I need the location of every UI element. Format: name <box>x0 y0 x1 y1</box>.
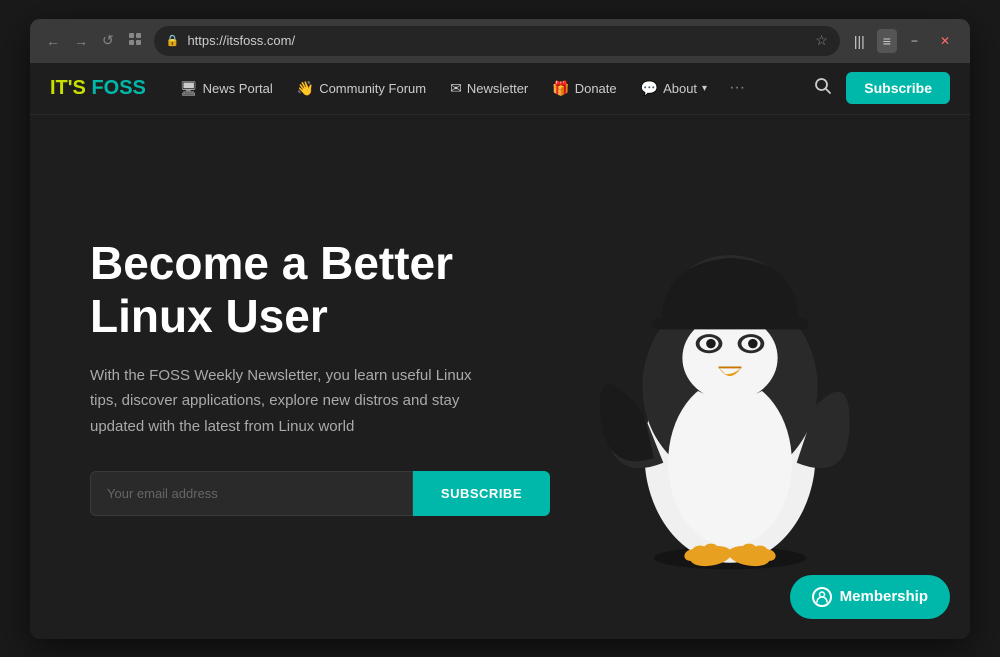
penguin-illustration <box>550 125 910 629</box>
address-bar[interactable]: 🔒 https://itsfoss.com/ ☆ <box>154 26 840 56</box>
browser-actions: ||| ≡ − ✕ <box>848 29 958 53</box>
reading-mode-button[interactable]: ||| <box>848 29 871 53</box>
logo-foss: FOSS <box>91 77 145 99</box>
hero-section: Become a Better Linux User With the FOSS… <box>30 115 970 639</box>
security-icon: 🔒 <box>166 34 180 47</box>
news-portal-icon: 🖥 <box>180 80 198 97</box>
forward-button[interactable]: → <box>70 29 92 53</box>
email-input[interactable] <box>90 471 413 516</box>
hero-description: With the FOSS Weekly Newsletter, you lea… <box>90 363 490 440</box>
star-icon: ☆ <box>815 32 828 49</box>
logo[interactable]: IT'S FOSS <box>50 77 146 100</box>
membership-label: Membership <box>840 588 928 605</box>
url-text: https://itsfoss.com/ <box>187 33 295 48</box>
subscribe-nav-button[interactable]: Subscribe <box>846 72 950 104</box>
logo-its: IT'S <box>50 77 86 99</box>
about-chevron-icon: ▾ <box>702 83 707 94</box>
donate-icon: 🎁 <box>552 80 569 97</box>
title-bar: ← → ↺ 🔒 https://itsfoss.com/ ☆ ||| ≡ − ✕ <box>30 19 970 63</box>
nav-item-community-forum[interactable]: 👋 Community Forum <box>287 74 436 103</box>
membership-button[interactable]: Membership <box>790 575 950 619</box>
window-controls: ← → ↺ <box>42 28 146 53</box>
close-button[interactable]: ✕ <box>932 30 958 52</box>
nav-right: Subscribe <box>808 71 950 106</box>
bookmark-bar-button[interactable] <box>124 28 146 53</box>
browser-window: ← → ↺ 🔒 https://itsfoss.com/ ☆ ||| ≡ − ✕ <box>30 19 970 639</box>
membership-user-icon <box>812 587 832 607</box>
minimize-button[interactable]: − <box>903 30 926 52</box>
nav-item-news-portal[interactable]: 🖥 News Portal <box>170 74 283 103</box>
website-content: IT'S FOSS 🖥 News Portal 👋 Community Foru… <box>30 63 970 639</box>
subscribe-form: SUBSCRIBE <box>90 471 550 516</box>
hero-content: Become a Better Linux User With the FOSS… <box>90 237 550 516</box>
community-forum-icon: 👋 <box>297 80 314 97</box>
penguin-svg <box>570 177 890 577</box>
reload-button[interactable]: ↺ <box>98 28 118 53</box>
news-portal-label: News Portal <box>203 81 273 96</box>
form-subscribe-button[interactable]: SUBSCRIBE <box>413 471 550 516</box>
nav-item-donate[interactable]: 🎁 Donate <box>542 74 626 103</box>
about-icon: 💬 <box>641 80 658 97</box>
hero-title: Become a Better Linux User <box>90 237 550 343</box>
newsletter-icon: ✉ <box>450 80 462 97</box>
nav-more-button[interactable]: ··· <box>721 73 753 103</box>
community-forum-label: Community Forum <box>319 81 426 96</box>
nav-item-about[interactable]: 💬 About ▾ <box>631 74 717 103</box>
navigation: IT'S FOSS 🖥 News Portal 👋 Community Foru… <box>30 63 970 115</box>
back-button[interactable]: ← <box>42 29 64 53</box>
search-button[interactable] <box>808 71 838 106</box>
nav-item-newsletter[interactable]: ✉ Newsletter <box>440 74 538 103</box>
menu-button[interactable]: ≡ <box>877 29 897 53</box>
newsletter-label: Newsletter <box>467 81 528 96</box>
nav-links: 🖥 News Portal 👋 Community Forum ✉ Newsle… <box>170 73 808 103</box>
about-label: About <box>663 81 697 96</box>
donate-label: Donate <box>575 81 617 96</box>
